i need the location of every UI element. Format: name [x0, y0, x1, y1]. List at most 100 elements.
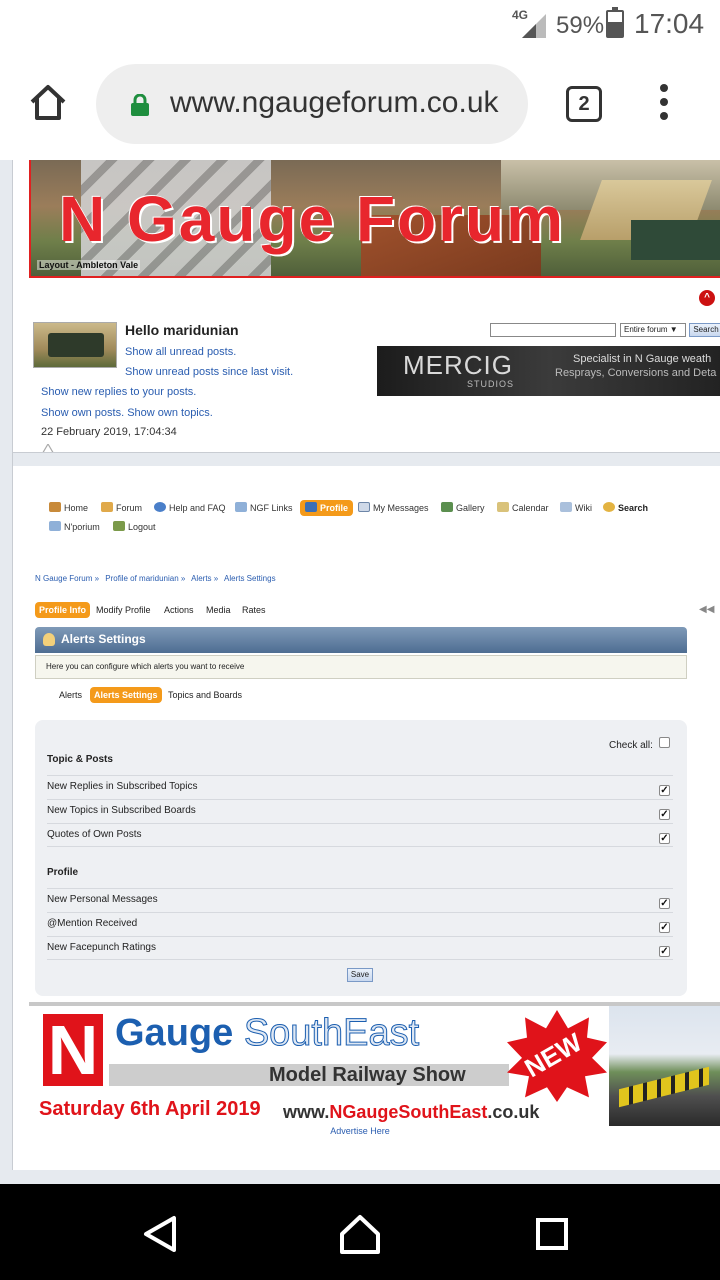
ngauge-southeast-advert[interactable]: N Gauge SouthEast Model Railway Show NEW…: [29, 1002, 720, 1130]
battery-icon: [606, 7, 624, 38]
collapse-arrows-icon[interactable]: ◀◀: [699, 604, 714, 615]
menu-logout[interactable]: Logout: [113, 519, 156, 535]
tab-profile-info[interactable]: Profile Info: [35, 602, 90, 618]
url-text[interactable]: www.ngaugeforum.co.uk: [170, 86, 520, 120]
setting-row: Quotes of Own Posts ✓: [47, 823, 673, 847]
breadcrumb: N Gauge Forum » Profile of maridunian » …: [35, 574, 280, 583]
search-input[interactable]: [490, 323, 616, 337]
check-all-label: Check all:: [609, 740, 653, 751]
forum-banner[interactable]: N Gauge Forum Layout - Ambleton Vale: [29, 160, 720, 278]
check-all-checkbox[interactable]: [659, 737, 670, 748]
page-content: N Gauge Forum Layout - Ambleton Vale ^ H…: [12, 160, 720, 1170]
tab-modify-profile[interactable]: Modify Profile: [96, 602, 151, 618]
banner-caption: Layout - Ambleton Vale: [37, 260, 141, 270]
setting-row: New Personal Messages ✓: [47, 888, 673, 912]
mercig-tagline-1: Specialist in N Gauge weath: [573, 353, 712, 365]
calendar-icon: [497, 502, 509, 512]
panel-title: Alerts Settings: [61, 632, 146, 646]
checkbox-mention[interactable]: ✓: [659, 922, 670, 933]
collapse-icon[interactable]: ^: [699, 290, 715, 306]
link-own-posts[interactable]: Show own posts. Show own topics.: [41, 407, 213, 419]
breadcrumb-forum[interactable]: N Gauge Forum »: [35, 574, 99, 583]
menu-help[interactable]: Help and FAQ: [154, 500, 226, 516]
clock: 17:04: [634, 8, 705, 39]
checkbox-new-topics[interactable]: ✓: [659, 809, 670, 820]
ad-subtitle: Model Railway Show: [269, 1064, 466, 1086]
user-icon: [43, 633, 55, 646]
home-icon: [49, 502, 61, 512]
wiki-icon: [560, 502, 572, 512]
gallery-icon: [441, 502, 453, 512]
setting-row: New Facepunch Ratings ✓: [47, 936, 673, 960]
forum-icon: [101, 502, 113, 512]
ad-url: www.NGaugeSouthEast.co.uk: [283, 1102, 540, 1122]
menu-nporium[interactable]: N'porium: [49, 519, 100, 535]
magnifier-icon: [603, 502, 615, 512]
tab-actions[interactable]: Actions: [164, 602, 194, 618]
user-greeting: Hello maridunian: [125, 322, 239, 338]
mercig-tagline-2: Resprays, Conversions and Deta: [555, 367, 717, 379]
search-scope-select[interactable]: Entire forum ▼: [620, 323, 686, 337]
overflow-menu-icon[interactable]: [656, 84, 672, 124]
system-nav-bar: [0, 1184, 720, 1280]
tab-alerts[interactable]: Alerts: [59, 687, 82, 703]
logout-icon: [113, 521, 125, 531]
battery-percent: 59%: [556, 12, 605, 39]
tab-alerts-settings[interactable]: Alerts Settings: [90, 687, 162, 703]
ad-title: Gauge SouthEast: [115, 1012, 420, 1055]
help-icon: [154, 502, 166, 512]
menu-home[interactable]: Home: [49, 500, 88, 516]
browser-toolbar: www.ngaugeforum.co.uk 2: [0, 50, 720, 160]
checkbox-personal-messages[interactable]: ✓: [659, 898, 670, 909]
section-profile: Profile: [47, 867, 79, 878]
tab-rates[interactable]: Rates: [242, 602, 266, 618]
link-unread-since-visit[interactable]: Show unread posts since last visit.: [125, 366, 293, 378]
setting-row: @Mention Received ✓: [47, 912, 673, 936]
advertise-here-link[interactable]: Advertise Here: [0, 1126, 720, 1136]
web-page: N Gauge Forum Layout - Ambleton Vale ^ H…: [0, 160, 720, 1184]
section-topic-posts: Topic & Posts: [47, 754, 113, 765]
checkbox-facepunch[interactable]: ✓: [659, 946, 670, 957]
panel-description: Here you can configure which alerts you …: [35, 655, 687, 679]
recents-icon[interactable]: [536, 1218, 568, 1250]
ad-photo: [609, 1006, 720, 1126]
breadcrumb-alerts[interactable]: Alerts »: [191, 574, 218, 583]
checkbox-quotes[interactable]: ✓: [659, 833, 670, 844]
tab-topics-boards[interactable]: Topics and Boards: [168, 687, 242, 703]
status-bar: 4G 59% 17:04: [0, 0, 720, 50]
tab-switcher-button[interactable]: 2: [566, 86, 602, 122]
home-icon[interactable]: [28, 82, 68, 122]
mercig-advert[interactable]: MERCIG STUDIOS Specialist in N Gauge wea…: [377, 346, 720, 396]
breadcrumb-alerts-settings[interactable]: Alerts Settings: [224, 574, 276, 583]
ad-date: Saturday 6th April 2019: [39, 1098, 261, 1120]
panel-header: Alerts Settings: [35, 627, 687, 653]
lock-icon: [131, 94, 149, 116]
alerts-settings-form: Check all: Topic & Posts New Replies in …: [35, 720, 687, 996]
menu-profile[interactable]: Profile: [300, 500, 354, 516]
menu-messages[interactable]: My Messages: [358, 500, 429, 516]
checkbox-new-replies[interactable]: ✓: [659, 785, 670, 796]
home-nav-icon[interactable]: [338, 1212, 382, 1256]
menu-search[interactable]: Search: [603, 500, 648, 516]
menu-wiki[interactable]: Wiki: [560, 500, 592, 516]
link-new-replies[interactable]: Show new replies to your posts.: [41, 386, 196, 398]
menu-calendar[interactable]: Calendar: [497, 500, 549, 516]
tab-media[interactable]: Media: [206, 602, 231, 618]
address-bar[interactable]: www.ngaugeforum.co.uk: [96, 64, 528, 144]
section-divider: [13, 452, 720, 466]
shop-icon: [49, 521, 61, 531]
envelope-icon: [358, 502, 370, 512]
avatar: [33, 322, 117, 368]
current-date: 22 February 2019, 17:04:34: [41, 426, 177, 438]
menu-forum[interactable]: Forum: [101, 500, 142, 516]
setting-row: New Replies in Subscribed Topics ✓: [47, 775, 673, 799]
search-button[interactable]: Search: [689, 323, 720, 337]
breadcrumb-profile[interactable]: Profile of maridunian »: [105, 574, 185, 583]
back-icon[interactable]: [140, 1214, 180, 1254]
site-title: N Gauge Forum: [59, 183, 566, 255]
ad-n-logo: N: [43, 1014, 103, 1086]
save-button[interactable]: Save: [347, 968, 373, 982]
menu-ngf-links[interactable]: NGF Links: [235, 500, 293, 516]
link-all-unread[interactable]: Show all unread posts.: [125, 346, 236, 358]
menu-gallery[interactable]: Gallery: [441, 500, 485, 516]
